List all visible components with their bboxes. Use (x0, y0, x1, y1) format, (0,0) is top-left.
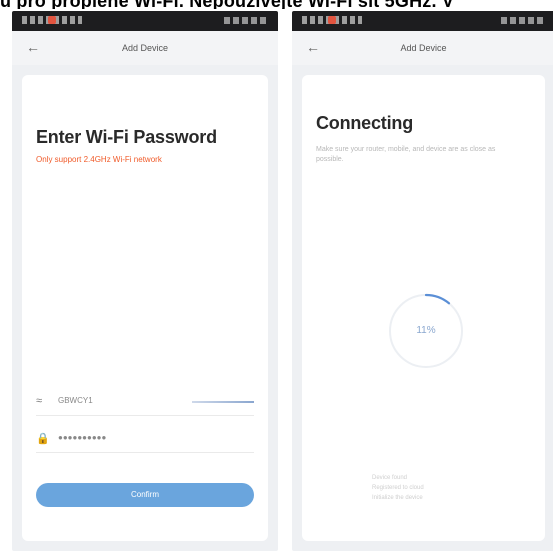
password-value: ●●●●●●●●●● (58, 433, 107, 442)
status-icons-right (501, 17, 545, 24)
ssid-underline (192, 401, 254, 403)
status-icons-right (224, 17, 268, 24)
top-caption: u pro propiene Wi-Fi. Nepouzivejte Wi-Fi… (0, 0, 553, 9)
divider (36, 415, 254, 416)
status-bar (12, 11, 278, 31)
step-item: Registered to cloud (372, 485, 424, 491)
lock-icon: 🔒 (36, 433, 50, 445)
divider (36, 452, 254, 453)
step-item: Device found (372, 475, 408, 481)
password-field[interactable]: 🔒 ●●●●●●●●●● (36, 430, 254, 448)
page-title: Connecting (316, 113, 413, 133)
nav-title: Add Device (400, 43, 447, 53)
back-arrow-icon[interactable]: ← (26, 39, 40, 55)
wifi-icon: ≈ (36, 395, 43, 407)
connecting-subtitle: Make sure your router, mobile, and devic… (316, 146, 496, 163)
connecting-card: Connecting Make sure your router, mobile… (302, 75, 545, 541)
frequency-warning: Only support 2.4GHz Wi-Fi network (36, 155, 162, 164)
page-title: Enter Wi-Fi Password (36, 127, 217, 147)
progress-percent: 11% (416, 325, 436, 336)
step-item: Initialize the device (372, 495, 423, 501)
wifi-password-card: Enter Wi-Fi Password Only support 2.4GHz… (22, 75, 268, 541)
ssid-field[interactable]: ≈ GBWCY1 (36, 393, 254, 411)
ssid-value: GBWCY1 (58, 396, 93, 405)
nav-bar: ← Add Device (292, 31, 553, 65)
nav-bar: ← Add Device (12, 31, 278, 65)
notification-icon (328, 16, 336, 24)
progress-ring: 11% (386, 291, 466, 371)
nav-title: Add Device (121, 43, 169, 53)
status-bar (292, 11, 553, 31)
back-arrow-icon[interactable]: ← (306, 39, 320, 55)
notification-icon (48, 16, 56, 24)
confirm-button[interactable]: Confirm (36, 483, 254, 507)
phone-screen-left: ← Add Device Enter Wi-Fi Password Only s… (12, 11, 278, 551)
phone-screen-right: ← Add Device Connecting Make sure your r… (292, 11, 553, 551)
